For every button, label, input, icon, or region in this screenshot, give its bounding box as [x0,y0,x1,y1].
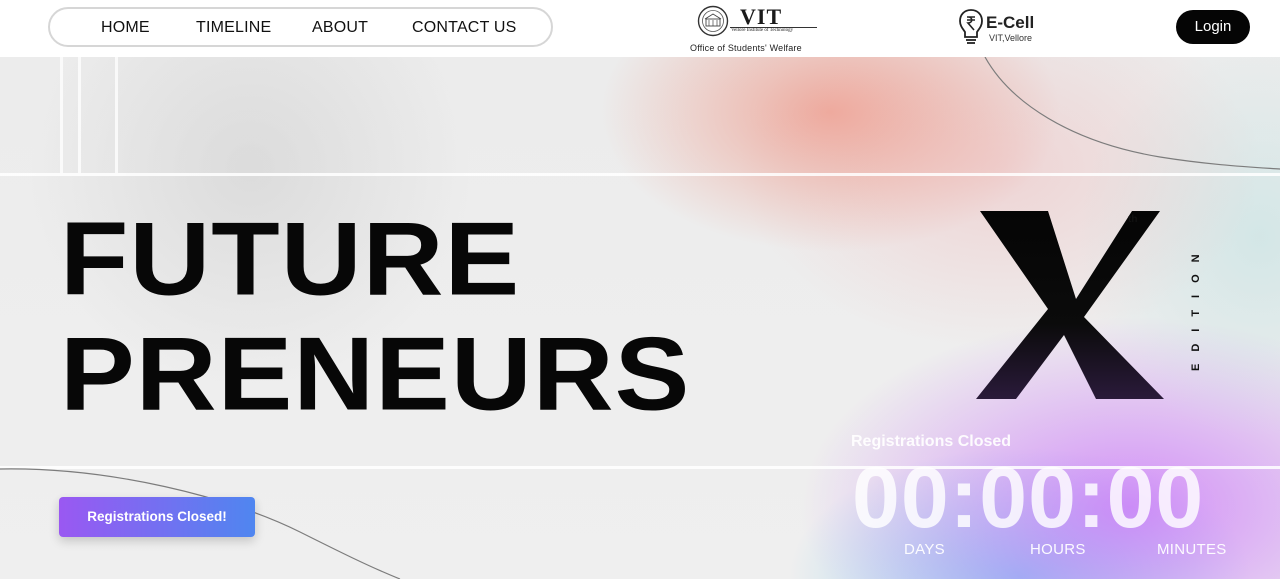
ecell-logo-subtitle: VIT,Vellore [989,33,1033,43]
edition-label: EDITION [1190,242,1202,372]
edition-suffix: th [1128,214,1137,225]
nav-item-contact-us[interactable]: CONTACT US [412,19,517,37]
ecell-logo[interactable]: E-Cell VIT,Vellore [958,8,1048,48]
vit-logo-caption: Office of Students' Welfare [690,43,802,53]
main-nav: HOME TIMELINE ABOUT CONTACT US [48,7,553,47]
hero-headline-line1: FUTURE [60,200,521,317]
registration-status-text: Registrations Closed [851,433,1012,450]
hero-section: FUTURE PRENEURS th EDITION Registrations… [0,57,1280,579]
vit-logo[interactable]: VIT Vellore Institute of Technology Offi… [690,4,820,54]
nav-item-timeline[interactable]: TIMELINE [196,19,271,37]
vit-logo-subtitle: Vellore Institute of Technology [731,28,794,33]
edition-x-mark: th [976,211,1164,399]
registrations-closed-button[interactable]: Registrations Closed! [59,497,255,537]
countdown-label-days: DAYS [904,541,945,558]
nav-item-home[interactable]: HOME [101,19,150,37]
rupee-bulb-icon [959,9,983,44]
countdown-label-minutes: MINUTES [1157,541,1227,558]
countdown-label-hours: HOURS [1030,541,1086,558]
hero-headline-line2: PRENEURS [60,315,691,432]
countdown-timer: 00:00:00 [852,450,1205,546]
login-button[interactable]: Login [1176,10,1250,44]
top-header: HOME TIMELINE ABOUT CONTACT US VIT Vello… [0,0,1280,57]
university-seal-icon [697,5,729,37]
nav-item-about[interactable]: ABOUT [312,19,368,37]
ecell-logo-name: E-Cell [986,13,1035,32]
